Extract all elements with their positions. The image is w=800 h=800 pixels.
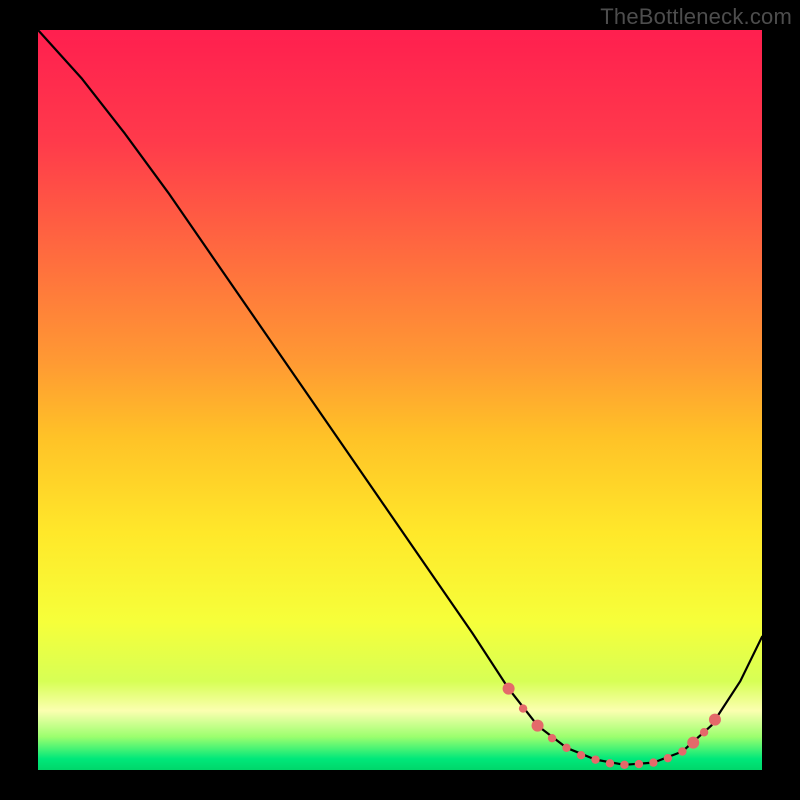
marker-dot [562, 744, 570, 752]
marker-dot [519, 704, 527, 712]
marker-dot [664, 754, 672, 762]
marker-dot [687, 737, 699, 749]
marker-dot [591, 755, 599, 763]
marker-dot [635, 760, 643, 768]
marker-dot [503, 683, 515, 695]
chart-frame: TheBottleneck.com [0, 0, 800, 800]
marker-dot [709, 714, 721, 726]
marker-dot [548, 734, 556, 742]
marker-dot [577, 751, 585, 759]
watermark-text: TheBottleneck.com [600, 4, 792, 30]
marker-dot [700, 728, 708, 736]
marker-dot [532, 720, 544, 732]
plot-background [38, 30, 762, 770]
marker-dot [678, 747, 686, 755]
marker-dot [620, 761, 628, 769]
bottleneck-chart [0, 0, 800, 800]
marker-dot [606, 759, 614, 767]
marker-dot [649, 758, 657, 766]
